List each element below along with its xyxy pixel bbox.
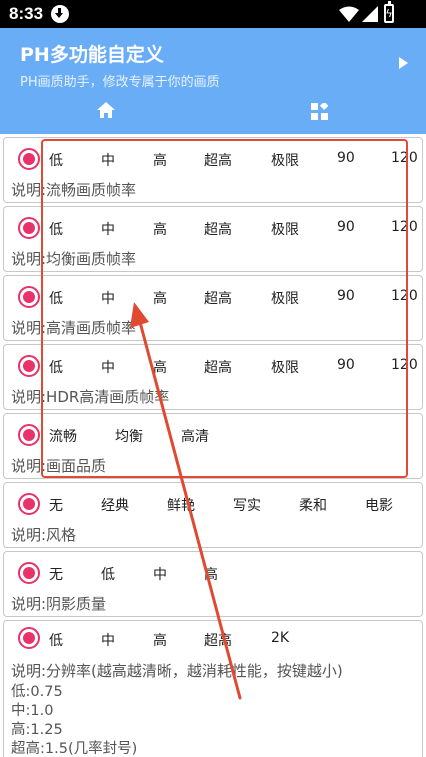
option-ultra[interactable]: 超高 (204, 150, 232, 170)
option-low[interactable]: 低 (101, 564, 115, 584)
option-ultra[interactable]: 超高 (204, 357, 232, 377)
play-icon[interactable] (399, 57, 408, 69)
resolution-low-note: 低:0.75 (11, 684, 63, 700)
option-classic[interactable]: 经典 (101, 495, 129, 515)
resolution-high-note: 高:1.25 (11, 722, 63, 738)
option-high[interactable]: 高 (153, 357, 167, 377)
option-low[interactable]: 低 (49, 288, 63, 308)
option-high[interactable]: 高 (204, 564, 218, 584)
radio-button[interactable] (18, 148, 40, 170)
option-smooth[interactable]: 流畅 (49, 426, 77, 446)
shadow-quality-card: 无 低 中 高 说明:阴影质量 (3, 551, 423, 617)
battery-icon: ϟ (384, 1, 394, 23)
card-description: 说明:流畅画质帧率 (11, 181, 137, 199)
option-extreme[interactable]: 极限 (271, 150, 299, 170)
framerate-smooth-card: 低 中 高 超高 极限 90 120 说明:流畅画质帧率 (3, 137, 423, 203)
option-extreme[interactable]: 极限 (271, 357, 299, 377)
option-low[interactable]: 低 (49, 630, 63, 650)
option-soft[interactable]: 柔和 (299, 495, 327, 515)
card-description: 说明:风格 (11, 526, 77, 544)
card-description: 说明:画面品质 (11, 457, 107, 475)
option-ultra[interactable]: 超高 (204, 219, 232, 239)
radio-button[interactable] (18, 355, 40, 377)
radio-button[interactable] (18, 217, 40, 239)
home-icon[interactable] (97, 102, 115, 118)
app-title: PH多功能自定义 (20, 44, 164, 66)
option-medium[interactable]: 中 (101, 219, 115, 239)
option-ultra[interactable]: 超高 (204, 630, 232, 650)
status-bar: 8:33 ϟ (0, 0, 426, 28)
radio-button[interactable] (18, 493, 40, 515)
option-90[interactable]: 90 (337, 150, 355, 166)
option-high[interactable]: 高 (153, 219, 167, 239)
style-card: 无 经典 鲜艳 写实 柔和 电影 说明:风格 (3, 482, 423, 548)
framerate-hd-card: 低 中 高 超高 极限 90 120 说明:高清画质帧率 (3, 275, 423, 341)
resolution-card: 低 中 高 超高 2K 说明:分辨率(越高越清晰，越消耗性能，按键越小) 低:0… (3, 620, 423, 757)
radio-button[interactable] (18, 627, 40, 649)
option-90[interactable]: 90 (337, 219, 355, 235)
framerate-hdr-card: 低 中 高 超高 极限 90 120 说明:HDR高清画质帧率 (3, 344, 423, 410)
picture-quality-card: 流畅 均衡 高清 说明:画面品质 (3, 413, 423, 479)
option-ultra[interactable]: 超高 (204, 288, 232, 308)
card-description: 说明:高清画质帧率 (11, 319, 137, 337)
option-high[interactable]: 高 (153, 288, 167, 308)
option-2k[interactable]: 2K (271, 630, 289, 646)
option-cinematic[interactable]: 电影 (365, 495, 393, 515)
option-90[interactable]: 90 (337, 357, 355, 373)
option-extreme[interactable]: 极限 (271, 219, 299, 239)
option-high[interactable]: 高 (153, 630, 167, 650)
option-low[interactable]: 低 (49, 150, 63, 170)
option-120[interactable]: 120 (391, 150, 418, 166)
framerate-balanced-card: 低 中 高 超高 极限 90 120 说明:均衡画质帧率 (3, 206, 423, 272)
widgets-icon[interactable] (311, 103, 328, 120)
option-none[interactable]: 无 (49, 495, 63, 515)
option-realistic[interactable]: 写实 (233, 495, 261, 515)
card-description: 说明:分辨率(越高越清晰，越消耗性能，按键越小) (11, 662, 343, 680)
option-high[interactable]: 高 (153, 150, 167, 170)
option-90[interactable]: 90 (337, 288, 355, 304)
wifi-icon (339, 6, 359, 22)
option-medium[interactable]: 中 (101, 630, 115, 650)
option-balanced[interactable]: 均衡 (115, 426, 143, 446)
option-hd[interactable]: 高清 (181, 426, 209, 446)
option-none[interactable]: 无 (49, 564, 63, 584)
app-subtitle: PH画质助手，修改专属于你的画质 (20, 75, 220, 90)
download-icon (51, 5, 69, 23)
option-low[interactable]: 低 (49, 219, 63, 239)
radio-button[interactable] (18, 562, 40, 584)
card-description: 说明:阴影质量 (11, 595, 107, 613)
signal-icon (362, 6, 378, 22)
resolution-ultra-note: 超高:1.5(几率封号) (11, 741, 138, 757)
card-description: 说明:均衡画质帧率 (11, 250, 137, 268)
option-120[interactable]: 120 (391, 357, 418, 373)
card-description: 说明:HDR高清画质帧率 (11, 388, 170, 406)
option-low[interactable]: 低 (49, 357, 63, 377)
radio-button[interactable] (18, 286, 40, 308)
option-medium[interactable]: 中 (153, 564, 167, 584)
option-medium[interactable]: 中 (101, 150, 115, 170)
option-120[interactable]: 120 (391, 219, 418, 235)
option-medium[interactable]: 中 (101, 357, 115, 377)
option-medium[interactable]: 中 (101, 288, 115, 308)
resolution-medium-note: 中:1.0 (11, 703, 54, 719)
app-header: PH多功能自定义 PH画质助手，修改专属于你的画质 (0, 28, 426, 134)
radio-button[interactable] (18, 424, 40, 446)
option-120[interactable]: 120 (391, 288, 418, 304)
option-vivid[interactable]: 鲜艳 (167, 495, 195, 515)
status-time: 8:33 (9, 4, 44, 23)
option-extreme[interactable]: 极限 (271, 288, 299, 308)
